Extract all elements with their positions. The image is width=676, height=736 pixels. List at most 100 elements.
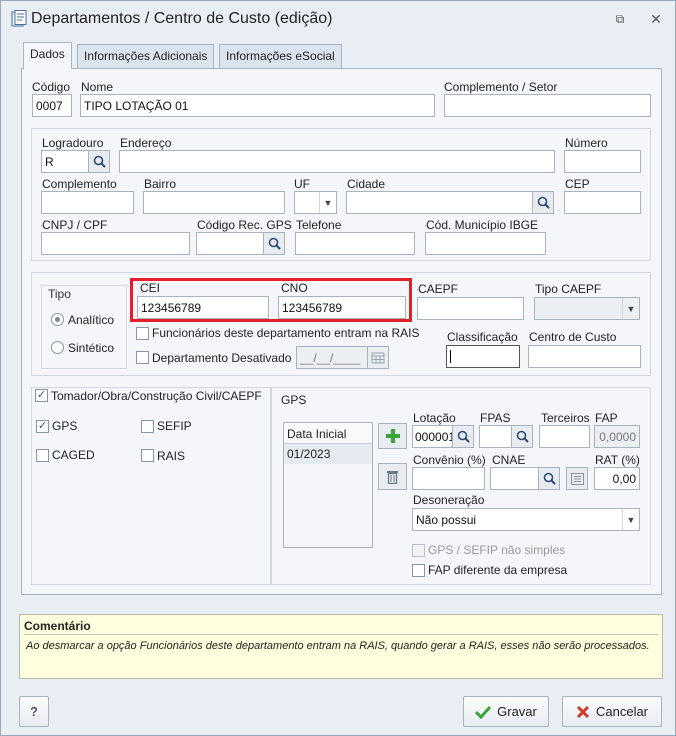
sefip-checkbox[interactable] (141, 420, 154, 433)
classificacao-label: Classificação (447, 330, 518, 344)
logradouro-label: Logradouro (42, 136, 104, 150)
terceiros-input[interactable] (539, 425, 590, 448)
help-button[interactable]: ? (19, 696, 49, 727)
lotacao-input[interactable]: 000001 (412, 425, 453, 448)
gps-label: GPS (52, 419, 78, 433)
calendar-button[interactable] (367, 346, 389, 369)
caged-checkbox[interactable] (36, 449, 49, 462)
endereco-input[interactable] (119, 150, 555, 173)
title-bar: Departamentos / Centro de Custo (edição)… (1, 1, 675, 37)
tab-informacoes-esocial[interactable]: Informações eSocial (219, 44, 342, 69)
numero-input[interactable] (564, 150, 641, 173)
analitico-radio[interactable] (51, 313, 64, 326)
complemento-setor-input[interactable] (444, 94, 651, 117)
logradouro-search-button[interactable] (88, 150, 110, 173)
chevron-down-icon: ▼ (319, 192, 336, 213)
rais-checkbox[interactable] (141, 449, 154, 462)
cancel-label: Cancelar (595, 704, 649, 719)
departamento-desativado-checkbox[interactable] (136, 351, 149, 364)
bairro-label: Bairro (144, 177, 177, 191)
convenio-label: Convênio (%) (413, 453, 486, 467)
cnae-search-button[interactable] (538, 467, 560, 490)
cancel-button[interactable]: Cancelar (562, 696, 662, 727)
list-item[interactable]: 01/2023 (284, 444, 372, 464)
uf-select[interactable]: ▼ (294, 191, 337, 214)
rais-label: RAIS (157, 449, 186, 463)
gps-group-title: GPS (281, 393, 307, 407)
fpas-search-button[interactable] (511, 425, 533, 448)
dialog-window: Departamentos / Centro de Custo (edição)… (0, 0, 676, 736)
complemento-input[interactable] (41, 191, 134, 214)
cnae-list-button[interactable] (566, 467, 588, 490)
tab-informacoes-adicionais[interactable]: Informações Adicionais (77, 44, 215, 69)
logradouro-input[interactable]: R (41, 150, 89, 173)
fap-diferente-checkbox[interactable] (412, 564, 425, 577)
restore-icon[interactable]: ⧉ (612, 11, 628, 27)
chevron-down-icon: ▼ (622, 509, 639, 530)
trash-icon (387, 471, 398, 484)
gps-period-list[interactable]: Data Inicial 01/2023 (283, 422, 373, 548)
checkmark-icon (475, 705, 492, 719)
tipo-caepf-label: Tipo CAEPF (535, 282, 602, 296)
caepf-label: CAEPF (418, 282, 459, 296)
cep-input[interactable] (564, 191, 641, 214)
cod-municipio-ibge-label: Cód. Município IBGE (426, 218, 539, 232)
add-period-button[interactable] (378, 423, 407, 449)
sintetico-radio[interactable] (51, 341, 64, 354)
search-icon (516, 430, 529, 443)
close-icon[interactable]: ✕ (648, 11, 664, 27)
cidade-input[interactable] (346, 191, 533, 214)
rat-input[interactable]: 0,00 (594, 467, 640, 490)
comment-title: Comentário (24, 619, 91, 633)
gps-sefip-nao-simples-checkbox[interactable] (412, 544, 425, 557)
cnpj-cpf-input[interactable] (41, 232, 190, 255)
caepf-input[interactable] (417, 297, 524, 320)
tomador-label: Tomador/Obra/Construção Civil/CAEPF (51, 389, 262, 403)
tipo-label: Tipo (45, 287, 74, 301)
desoneracao-select[interactable]: Não possui ▼ (412, 508, 640, 531)
lotacao-search-button[interactable] (452, 425, 474, 448)
numero-label: Número (565, 136, 608, 150)
gps-checkbox[interactable]: ✓ (36, 420, 49, 433)
tomador-group (31, 387, 271, 585)
help-label: ? (30, 704, 38, 719)
cei-cno-highlight (130, 278, 412, 322)
centro-custo-input[interactable] (528, 345, 641, 368)
bairro-input[interactable] (143, 191, 285, 214)
comment-box: Comentário Ao desmarcar a opção Funcioná… (19, 614, 663, 679)
telefone-input[interactable] (295, 232, 415, 255)
list-icon (570, 472, 584, 485)
fpas-label: FPAS (480, 411, 511, 425)
departamento-desativado-label: Departamento Desativado (152, 351, 292, 365)
cidade-search-button[interactable] (532, 191, 554, 214)
desoneracao-label: Desoneração (413, 493, 485, 507)
search-icon (457, 430, 470, 443)
terceiros-label: Terceiros (541, 411, 590, 425)
convenio-input[interactable] (412, 467, 485, 490)
cnae-input[interactable] (490, 467, 539, 490)
save-button[interactable]: Gravar (463, 696, 549, 727)
desativado-date-input[interactable]: __/__/____ (296, 346, 368, 369)
cod-municipio-ibge-input[interactable] (425, 232, 546, 255)
chevron-down-icon: ▼ (622, 298, 639, 319)
codigo-input[interactable]: 0007 (32, 94, 72, 117)
codigo-rec-gps-search-button[interactable] (263, 232, 285, 255)
classificacao-input[interactable] (446, 345, 520, 368)
codigo-label: Código (32, 80, 71, 94)
complemento-setor-label: Complemento / Setor (444, 80, 558, 94)
search-icon (93, 155, 106, 168)
tipo-caepf-select[interactable]: ▼ (534, 297, 640, 320)
nome-input[interactable]: TIPO LOTAÇÃO 01 (80, 94, 435, 117)
codigo-rec-gps-input[interactable] (196, 232, 264, 255)
fap-input[interactable]: 0,0000 (594, 425, 640, 448)
search-icon (268, 237, 281, 250)
funcionarios-rais-checkbox[interactable] (136, 327, 149, 340)
delete-period-button[interactable] (378, 463, 407, 490)
search-icon (543, 472, 556, 485)
save-label: Gravar (497, 704, 537, 719)
funcionarios-rais-label: Funcionários deste departamento entram n… (152, 326, 420, 340)
fpas-input[interactable] (479, 425, 512, 448)
tomador-checkbox[interactable]: ✓ (35, 389, 48, 402)
tab-dados[interactable]: Dados (23, 42, 72, 69)
endereco-label: Endereço (120, 136, 172, 150)
